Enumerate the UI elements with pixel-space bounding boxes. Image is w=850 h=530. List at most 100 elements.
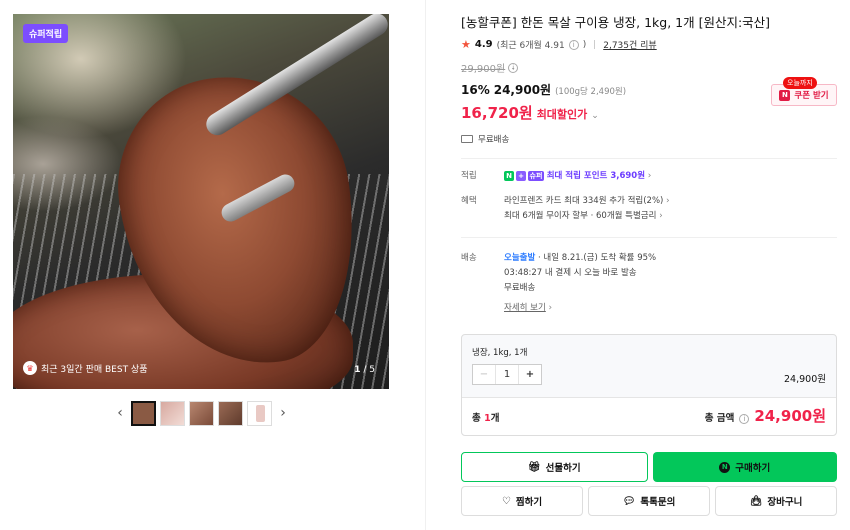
arrival-tag: 오늘출발 (504, 253, 536, 263)
price-info-icon[interactable]: i (508, 62, 519, 73)
delivery-section: 배송 오늘출발 · 내일 8.21.(금) 도착 확률 95% 03:48:27… (461, 251, 837, 316)
image-counter-sep: / (360, 365, 370, 375)
benefit-card-line[interactable]: 라인프렌즈 카드 최대 334원 추가 적립(2%) › (504, 194, 837, 209)
wish-button[interactable]: ♡ 찜하기 (461, 486, 583, 516)
best-seller-badge: ♛ 최근 3일간 판매 BEST 상품 (23, 361, 147, 375)
total-row: 총 1개 총 금액 i 24,900원 (462, 398, 836, 435)
total-amount-label: 총 금액 (704, 413, 735, 424)
section-divider-2 (461, 237, 837, 238)
best-seller-label: 최근 3일간 판매 BEST 상품 (41, 364, 148, 375)
coupon-deadline-tag: 오늘까지 (783, 77, 817, 89)
thumbnail-4[interactable] (218, 400, 243, 426)
benefits-content: 라인프렌즈 카드 최대 334원 추가 적립(2%) › 최대 6개월 무이자 … (504, 194, 837, 224)
max-discount-price: 16,720원 (461, 104, 533, 122)
image-counter: 1 / 5 (354, 365, 375, 375)
thumbnail-3[interactable] (189, 400, 214, 426)
section-divider-1 (461, 158, 837, 159)
primary-actions: 🎁︎ 선물하기 N 구매하기 (461, 452, 837, 482)
rating-info-icon[interactable]: i (568, 39, 579, 50)
delivery-detail-row: 자세히 보기 › (504, 301, 837, 316)
chevron-right-icon: › (647, 171, 652, 181)
thumbnail-2[interactable] (160, 400, 185, 426)
benefits-section: 혜택 라인프렌즈 카드 최대 334원 추가 적립(2%) › 최대 6개월 무… (461, 194, 837, 224)
product-title: [농할쿠폰] 한돈 목살 구이용 냉장, 1kg, 1개 [원산지:국산] (461, 15, 771, 30)
naver-pay-icon: N (719, 461, 731, 473)
option-name: 냉장, 1kg, 1개 (472, 348, 528, 358)
talk-inquiry-button[interactable]: 💬︎ 톡톡문의 (588, 486, 710, 516)
total-quantity: 총 1개 (472, 410, 499, 424)
original-price-row: 29,900원 i (461, 60, 837, 75)
shopping-bag-icon: 👜︎ (749, 495, 763, 507)
thumbnail-1[interactable] (131, 400, 156, 426)
rating-score: 4.9 (474, 39, 493, 50)
total-qty-prefix: 총 (472, 413, 485, 424)
rating-detail-end: ) (582, 39, 587, 50)
total-amount: 총 금액 i 24,900원 (705, 405, 826, 426)
benefit-installment-line[interactable]: 최대 6개월 무이자 할부 · 60개월 특별금리 › (504, 209, 837, 224)
rating-separator (594, 40, 596, 49)
chevron-right-icon: › (666, 196, 670, 206)
delivery-detail-link[interactable]: 자세히 보기 (504, 303, 546, 313)
arrival-text: · 내일 8.21.(금) 도착 확률 95% (535, 253, 657, 263)
star-icon: ★ (461, 38, 471, 51)
discount-rate: 16% (461, 83, 490, 97)
total-qty-suffix: 개 (490, 413, 500, 424)
quantity-stepper: − 1 + (472, 364, 542, 385)
best-seller-icon: ♛ (23, 361, 37, 375)
buy-label: 구매하기 (735, 463, 771, 474)
total-info-icon[interactable]: i (739, 414, 750, 424)
total-qty-count: 1 (484, 413, 491, 424)
review-count-link[interactable]: 2,735건 리뷰 (603, 38, 656, 51)
total-amount-value: 24,900원 (754, 407, 826, 425)
gift-label: 선물하기 (545, 463, 581, 474)
delivery-content: 오늘출발 · 내일 8.21.(금) 도착 확률 95% 03:48:27 내 … (504, 251, 837, 316)
original-price: 29,900원 (461, 64, 506, 75)
quantity-value[interactable]: 1 (496, 365, 518, 384)
buy-button[interactable]: N 구매하기 (652, 452, 837, 482)
benefit-card-text: 라인프렌즈 카드 최대 334원 추가 적립(2%) (504, 196, 664, 206)
plus-icon: + (516, 170, 526, 181)
rating-row: ★ 4.9 (최근 6개월 4.91 i) 2,735건 리뷰 (461, 38, 837, 51)
heart-icon: ♡ (501, 495, 511, 507)
points-label: 적립 (461, 171, 477, 181)
cart-button[interactable]: 👜︎ 장바구니 (715, 486, 837, 516)
thumbnail-prev-button[interactable]: ‹ (113, 400, 127, 426)
quantity-minus-button[interactable]: − (473, 365, 496, 384)
shipping-summary: 무료배송 (461, 133, 837, 145)
naver-n-icon: N (504, 170, 514, 181)
chevron-right-icon: › (548, 303, 553, 313)
cart-label: 장바구니 (767, 497, 803, 508)
coupon-area: 오늘까지 N 쿠폰 받기 (771, 77, 837, 106)
thumbnail-5[interactable] (247, 400, 272, 426)
points-section: 적립 N + 슈퍼 최대 적립 포인트 3,690원 › (461, 169, 837, 184)
thumbnail-next-button[interactable]: › (276, 400, 290, 426)
gift-button[interactable]: 🎁︎ 선물하기 (461, 452, 648, 482)
max-discount-label: 최대할인가 (536, 108, 588, 121)
cutoff-line: 03:48:27 내 결제 시 오늘 바로 발송 (504, 268, 637, 278)
unit-price: (100g당 2,490원) (555, 87, 627, 97)
coupon-label: 쿠폰 받기 (794, 91, 829, 101)
sale-price: 24,900원 (493, 83, 552, 97)
delivery-label: 배송 (461, 253, 477, 263)
column-divider (425, 0, 426, 530)
image-counter-total: 5 (369, 365, 375, 375)
delivery-fee: 무료배송 (504, 283, 536, 293)
coupon-n-icon: N (779, 89, 791, 101)
shipping-label: 무료배송 (478, 135, 510, 145)
super-points-badge: 슈퍼적립 (23, 24, 69, 43)
chat-bubble-icon: 💬︎ (622, 495, 636, 507)
super-icon: 슈퍼 (528, 170, 544, 181)
points-content[interactable]: N + 슈퍼 최대 적립 포인트 3,690원 › (504, 169, 837, 184)
product-main-image[interactable]: 슈퍼적립 ♛ 최근 3일간 판매 BEST 상품 1 / 5 (13, 14, 389, 389)
max-points-text: 최대 적립 포인트 3,690원 (546, 171, 646, 181)
benefit-installment-text: 최대 6개월 무이자 할부 · 60개월 특별금리 (504, 211, 657, 221)
product-info-panel: [농할쿠폰] 한돈 목살 구이용 냉장, 1kg, 1개 [원산지:국산] ★ … (461, 14, 837, 316)
rating-detail: (최근 6개월 4.91 (496, 41, 565, 51)
chevron-right-icon: › (659, 211, 663, 221)
secondary-actions: ♡ 찜하기 💬︎ 톡톡문의 👜︎ 장바구니 (461, 486, 837, 516)
option-price: 24,900원 (784, 374, 826, 385)
point-badges: N + 슈퍼 (504, 170, 544, 181)
quantity-plus-button[interactable]: + (518, 365, 541, 384)
talk-label: 톡톡문의 (640, 497, 676, 508)
selected-option-box: 냉장, 1kg, 1개 − 1 + 24,900원 총 1개 총 금액 i 24… (461, 334, 837, 436)
